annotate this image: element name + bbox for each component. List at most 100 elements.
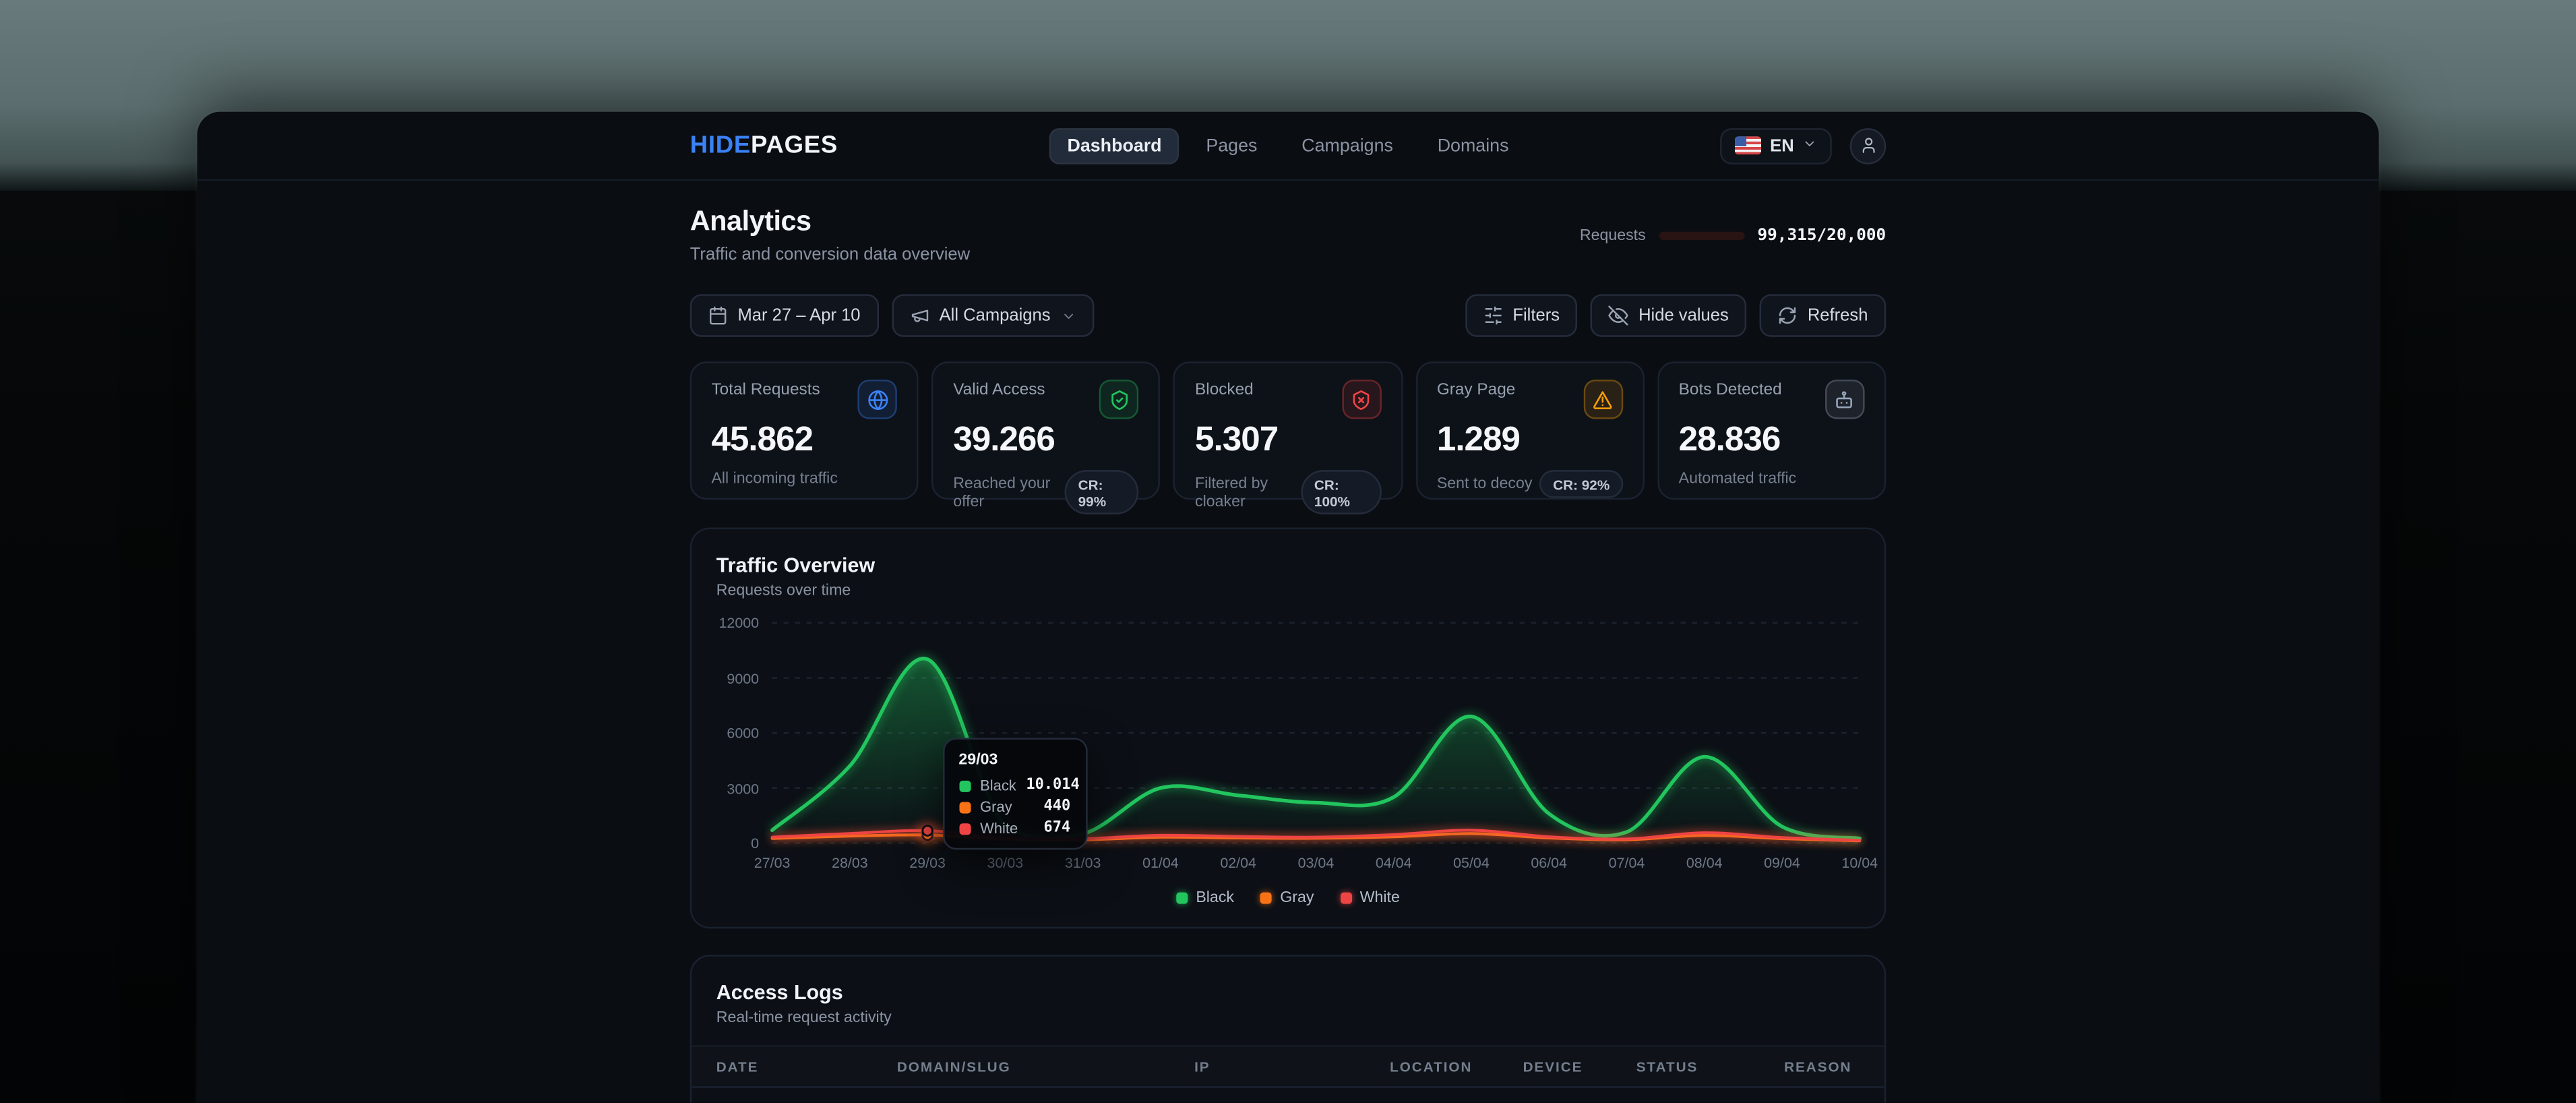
campaign-filter-button[interactable]: All Campaigns bbox=[892, 294, 1095, 336]
nav-item-pages[interactable]: Pages bbox=[1188, 127, 1276, 164]
stat-icon-box bbox=[1341, 380, 1381, 419]
chart-plot[interactable]: 29/03 Black10.014 Gray440 White674 bbox=[772, 623, 1860, 843]
conversion-rate-badge: CR: 92% bbox=[1540, 470, 1623, 498]
x-axis-label: 27/03 bbox=[754, 855, 791, 871]
globe-icon bbox=[867, 388, 888, 410]
stat-card-gray-page: Gray Page1.289Sent to decoyCR: 92% bbox=[1415, 361, 1644, 500]
hide-values-label: Hide values bbox=[1638, 305, 1729, 325]
us-flag-icon bbox=[1736, 136, 1762, 154]
chart-area: 030006000900012000 29/03 Black10.014Gray… bbox=[716, 623, 1860, 876]
stat-card-blocked: Blocked5.307Filtered by cloakerCR: 100% bbox=[1173, 361, 1402, 500]
campaign-filter-label: All Campaigns bbox=[940, 305, 1051, 325]
navbar-right: EN bbox=[1721, 127, 1886, 164]
eye-off-icon bbox=[1609, 305, 1628, 325]
stat-caption: Automated traffic bbox=[1679, 470, 1797, 488]
main-content: Analytics Traffic and conversion data ov… bbox=[690, 206, 1887, 1103]
y-axis: 030006000900012000 bbox=[716, 623, 772, 843]
bot-icon bbox=[1834, 388, 1856, 410]
y-axis-label: 3000 bbox=[727, 780, 759, 796]
logo-primary: HIDE bbox=[690, 131, 751, 159]
stat-icon-box bbox=[858, 380, 898, 419]
chart-legend: Black Gray White bbox=[716, 889, 1860, 907]
column-header-status: STATUS bbox=[1636, 1046, 1784, 1087]
sliders-icon bbox=[1483, 305, 1502, 325]
chart-tooltip: 29/03 Black10.014 Gray440 White674 bbox=[942, 738, 1087, 849]
legend-item-white[interactable]: White bbox=[1340, 889, 1399, 907]
chevron-down-icon bbox=[1062, 308, 1077, 323]
top-navbar: HIDEPAGES DashboardPagesCampaignsDomains… bbox=[197, 112, 2379, 181]
stat-label: Bots Detected bbox=[1679, 382, 1782, 400]
stat-caption: Sent to decoy bbox=[1437, 475, 1533, 493]
traffic-overview-card: Traffic Overview Requests over time 0 300… bbox=[690, 527, 1887, 928]
x-axis-label: 06/04 bbox=[1531, 855, 1567, 871]
date-range-button[interactable]: Mar 27 – Apr 10 bbox=[690, 294, 879, 336]
page-header: Analytics Traffic and conversion data ov… bbox=[690, 206, 1887, 265]
main-nav: DashboardPagesCampaignsDomains bbox=[1049, 127, 1527, 164]
app-window: HIDEPAGES DashboardPagesCampaignsDomains… bbox=[197, 112, 2379, 1103]
legend-item-black[interactable]: Black bbox=[1176, 889, 1234, 907]
shield-check-icon bbox=[1109, 388, 1130, 410]
tooltip-row: Gray440 bbox=[958, 799, 1070, 815]
brand-logo[interactable]: HIDEPAGES bbox=[690, 131, 838, 159]
logo-secondary: PAGES bbox=[751, 131, 838, 159]
hide-values-button[interactable]: Hide values bbox=[1591, 294, 1746, 336]
tooltip-row: White674 bbox=[958, 820, 1070, 836]
stat-icon-box bbox=[1583, 380, 1623, 419]
filters-button[interactable]: Filters bbox=[1465, 294, 1578, 336]
x-axis-label: 10/04 bbox=[1841, 855, 1878, 871]
log-date: 10/04 01:00 bbox=[692, 1087, 897, 1102]
user-menu-button[interactable] bbox=[1850, 127, 1887, 164]
tooltip-date: 29/03 bbox=[958, 751, 1070, 769]
stat-icon-box bbox=[1825, 380, 1865, 419]
page-title: Analytics bbox=[690, 206, 970, 239]
x-axis-label: 28/03 bbox=[832, 855, 868, 871]
stat-value: 39.266 bbox=[953, 421, 1139, 460]
stat-label: Valid Access bbox=[953, 382, 1045, 400]
refresh-button[interactable]: Refresh bbox=[1760, 294, 1886, 336]
stat-value: 45.862 bbox=[711, 421, 897, 460]
legend-dot bbox=[1176, 893, 1188, 904]
access-logs-card: Access Logs Real-time request activity D… bbox=[690, 955, 1887, 1102]
requests-usage: Requests 99,315/20,000 bbox=[1580, 226, 1886, 244]
y-axis-label: 0 bbox=[751, 835, 759, 851]
y-axis-label: 6000 bbox=[727, 725, 759, 741]
conversion-rate-badge: CR: 100% bbox=[1301, 470, 1381, 514]
nav-item-domains[interactable]: Domains bbox=[1419, 127, 1527, 164]
chart-subtitle: Requests over time bbox=[716, 582, 1860, 600]
controls-row: Mar 27 – Apr 10 All Campaigns Filters bbox=[690, 294, 1887, 336]
nav-item-campaigns[interactable]: Campaigns bbox=[1283, 127, 1411, 164]
controls-right: Filters Hide values Refresh bbox=[1465, 294, 1887, 336]
stat-value: 1.289 bbox=[1437, 421, 1623, 460]
column-header-location: LOCATION bbox=[1390, 1046, 1523, 1087]
column-header-device: DEVICE bbox=[1523, 1046, 1636, 1087]
requests-usage-label: Requests bbox=[1580, 226, 1646, 244]
y-axis-label: 12000 bbox=[718, 615, 759, 631]
log-ip: 173.252.82.11 bbox=[1194, 1087, 1390, 1102]
alert-triangle-icon bbox=[1593, 388, 1614, 410]
user-icon bbox=[1859, 136, 1877, 154]
stat-value: 28.836 bbox=[1679, 421, 1865, 460]
x-axis-label: 05/04 bbox=[1453, 855, 1490, 871]
x-axis-label: 04/04 bbox=[1376, 855, 1412, 871]
chart-title: Traffic Overview bbox=[716, 554, 1860, 576]
stat-label: Total Requests bbox=[711, 382, 820, 400]
shield-x-icon bbox=[1351, 388, 1372, 410]
log-row[interactable]: 10/04 01:00medicorporation.site/new-v317… bbox=[692, 1087, 1884, 1102]
chevron-down-icon bbox=[1802, 136, 1817, 150]
stat-caption: Filtered by cloaker bbox=[1195, 474, 1301, 510]
x-axis-label: 03/04 bbox=[1298, 855, 1335, 871]
stat-card-valid-access: Valid Access39.266Reached your offerCR: … bbox=[932, 361, 1161, 500]
x-axis-label: 08/04 bbox=[1686, 855, 1723, 871]
stat-label: Blocked bbox=[1195, 382, 1254, 400]
requests-usage-value: 99,315/20,000 bbox=[1757, 226, 1886, 244]
legend-item-gray[interactable]: Gray bbox=[1260, 889, 1314, 907]
desktop-background: HIDEPAGES DashboardPagesCampaignsDomains… bbox=[0, 0, 2576, 1103]
tooltip-row: Black10.014 bbox=[958, 777, 1070, 794]
y-axis-label: 9000 bbox=[727, 669, 759, 686]
nav-item-dashboard[interactable]: Dashboard bbox=[1049, 127, 1180, 164]
logs-title: Access Logs bbox=[716, 981, 1860, 1004]
stat-card-bots-detected: Bots Detected 28.836 Automated traffic bbox=[1657, 361, 1886, 500]
log-reason: Bot bbox=[1784, 1087, 1884, 1102]
language-selector[interactable]: EN bbox=[1721, 127, 1832, 164]
refresh-label: Refresh bbox=[1808, 305, 1868, 325]
